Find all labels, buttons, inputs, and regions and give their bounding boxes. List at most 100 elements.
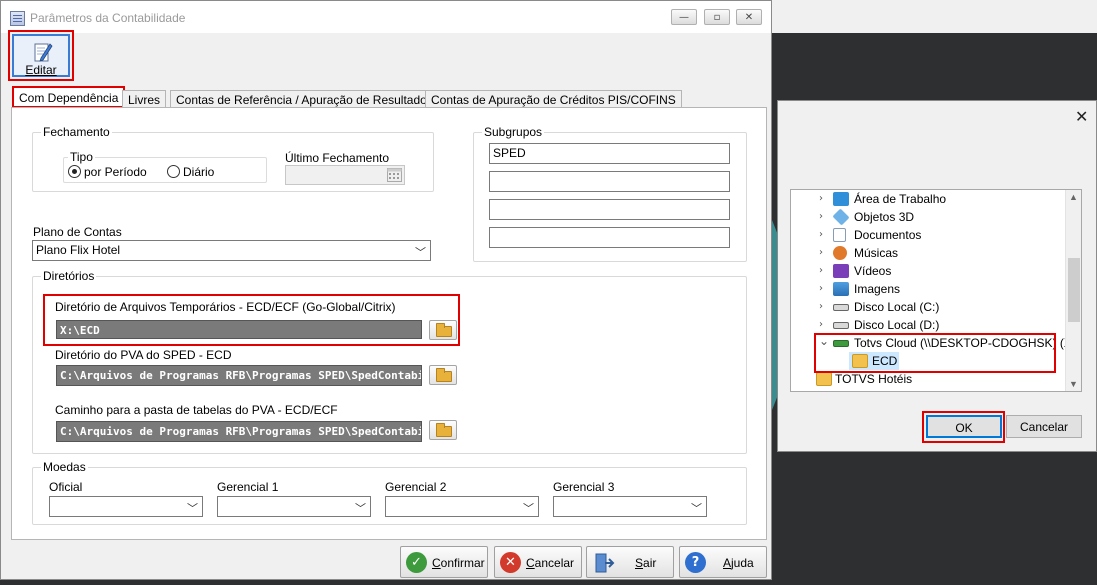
tree-item-documentos[interactable]: › Documentos — [791, 226, 1067, 244]
scroll-up-icon[interactable]: ▲ — [1069, 192, 1078, 202]
expand-chevron-icon[interactable]: › — [819, 319, 823, 330]
title-bar[interactable]: Parâmetros da Contabilidade — ▫ ✕ — [1, 1, 771, 33]
check-icon: ✓ — [406, 552, 427, 573]
confirm-button[interactable]: ✓ Confirmar — [400, 546, 488, 578]
plano-contas-select[interactable]: Plano Flix Hotel ﹀ — [32, 240, 431, 261]
tree-item-videos[interactable]: › Vídeos — [791, 262, 1067, 280]
calendar-icon[interactable] — [387, 168, 402, 182]
help-label: Ajuda — [723, 556, 754, 570]
cancel-label: Cancelar — [526, 556, 575, 570]
tree-item-label: Vídeos — [854, 264, 892, 278]
desktop-icon — [833, 192, 849, 206]
chevron-down-icon: ﹀ — [355, 503, 366, 515]
plano-contas-value: Plano Flix Hotel — [36, 243, 121, 257]
tab-contas-referencia[interactable]: Contas de Referência / Apuração de Resul… — [170, 90, 439, 108]
scroll-thumb[interactable] — [1068, 258, 1080, 322]
radio-diario[interactable] — [167, 165, 180, 178]
tab-livres[interactable]: Livres — [122, 90, 167, 108]
radio-por-periodo[interactable] — [68, 165, 81, 178]
tree-item-objetos-3d[interactable]: › Objetos 3D — [791, 208, 1067, 226]
chevron-down-icon: ﹀ — [187, 503, 198, 515]
images-icon — [833, 282, 849, 296]
highlight-x-drive — [814, 333, 1056, 373]
cancel-icon: ✕ — [500, 552, 521, 573]
help-button[interactable]: ? Ajuda — [679, 546, 767, 578]
moeda-gerencial1-select[interactable]: ﹀ — [217, 496, 371, 517]
exit-label: Sair — [635, 556, 657, 570]
tree-item-label: Documentos — [854, 228, 922, 242]
folder-icon — [816, 372, 832, 386]
tabelas-dir-field[interactable]: C:\Arquivos de Programas RFB\Programas S… — [56, 421, 422, 442]
tabelas-dir-label: Caminho para a pasta de tabelas do PVA -… — [55, 403, 338, 417]
pva-dir-label: Diretório do PVA do SPED - ECD — [55, 348, 232, 362]
moedas-legend: Moedas — [41, 460, 88, 474]
expand-chevron-icon[interactable]: › — [819, 265, 823, 276]
expand-chevron-icon[interactable]: › — [819, 247, 823, 258]
expand-chevron-icon[interactable]: › — [819, 211, 823, 222]
tabelas-dir-browse-button[interactable] — [429, 420, 457, 440]
dialog-cancel-button[interactable]: Cancelar — [1006, 415, 1082, 438]
subgrupos-group: Subgrupos SPED — [473, 125, 747, 262]
maximize-icon: ▫ — [713, 11, 721, 23]
folder-icon — [436, 423, 452, 437]
ok-button[interactable]: OK — [926, 415, 1002, 438]
cube-icon — [832, 208, 850, 226]
chevron-down-icon: ﹀ — [523, 503, 534, 515]
background-window-strip — [772, 0, 1097, 33]
window-title: Parâmetros da Contabilidade — [30, 11, 186, 25]
subgrupo-field-2[interactable] — [489, 171, 730, 192]
subgrupo-field-1[interactable]: SPED — [489, 143, 730, 164]
fechamento-group: Fechamento Tipo por Período Diário Últim… — [32, 125, 434, 192]
exit-door-icon — [595, 553, 615, 573]
cancel-button[interactable]: ✕ Cancelar — [494, 546, 582, 578]
documents-icon — [833, 228, 846, 242]
tab-panel: Fechamento Tipo por Período Diário Últim… — [11, 107, 767, 540]
video-icon — [833, 264, 849, 278]
moeda-oficial-select[interactable]: ﹀ — [49, 496, 203, 517]
tree-item-label: Músicas — [854, 246, 899, 260]
tree-item-label: TOTVS Hotéis — [835, 372, 913, 386]
moeda-gerencial3-select[interactable]: ﹀ — [553, 496, 707, 517]
tree-item-area-trabalho[interactable]: › Área de Trabalho — [791, 190, 1067, 208]
tree-item-imagens[interactable]: › Imagens — [791, 280, 1067, 298]
close-icon: ✕ — [744, 11, 754, 23]
plano-contas-label: Plano de Contas — [33, 225, 122, 239]
tree-item-musicas[interactable]: › Músicas — [791, 244, 1067, 262]
expand-chevron-icon[interactable]: › — [819, 283, 823, 294]
diretorios-legend: Diretórios — [41, 269, 97, 283]
subgrupo-field-3[interactable] — [489, 199, 730, 220]
scroll-down-icon[interactable]: ▼ — [1069, 379, 1078, 389]
tab-contas-apuracao-pis-cofins[interactable]: Contas de Apuração de Créditos PIS/COFIN… — [425, 90, 682, 108]
music-icon — [833, 246, 847, 260]
drive-icon — [833, 304, 849, 311]
tree-item-disco-d[interactable]: › Disco Local (D:) — [791, 316, 1067, 334]
exit-button[interactable]: Sair — [586, 546, 674, 578]
edit-button[interactable]: Editar — [8, 30, 74, 81]
radio-por-periodo-label: por Período — [84, 165, 147, 179]
tree-item-label: Objetos 3D — [854, 210, 915, 224]
tree-item-label: Imagens — [854, 282, 901, 296]
pva-dir-browse-button[interactable] — [429, 365, 457, 385]
close-button[interactable]: ✕ — [736, 9, 762, 25]
app-icon — [10, 11, 25, 26]
tree-scrollbar[interactable]: ▲ ▼ — [1065, 190, 1081, 391]
edit-label: Editar — [25, 63, 57, 77]
minimize-button[interactable]: — — [671, 9, 697, 25]
expand-chevron-icon[interactable]: › — [819, 229, 823, 240]
chevron-down-icon: ﹀ — [691, 503, 702, 515]
tipo-group: Tipo por Período Diário — [63, 150, 267, 183]
dialog-close-icon[interactable]: ✕ — [1075, 107, 1088, 126]
tab-com-dependencia[interactable]: Com Dependência — [12, 86, 126, 108]
pva-dir-field[interactable]: C:\Arquivos de Programas RFB\Programas S… — [56, 365, 422, 386]
moeda-oficial-label: Oficial — [49, 480, 83, 494]
subgrupo-field-4[interactable] — [489, 227, 730, 248]
chevron-down-icon: ﹀ — [415, 247, 426, 259]
radio-diario-label: Diário — [183, 165, 215, 179]
expand-chevron-icon[interactable]: › — [819, 301, 823, 312]
folder-icon — [436, 368, 452, 382]
moeda-gerencial2-select[interactable]: ﹀ — [385, 496, 539, 517]
expand-chevron-icon[interactable]: › — [819, 193, 823, 204]
moeda-gerencial3-label: Gerencial 3 — [553, 480, 615, 494]
tree-item-disco-c[interactable]: › Disco Local (C:) — [791, 298, 1067, 316]
maximize-button[interactable]: ▫ — [704, 9, 730, 25]
